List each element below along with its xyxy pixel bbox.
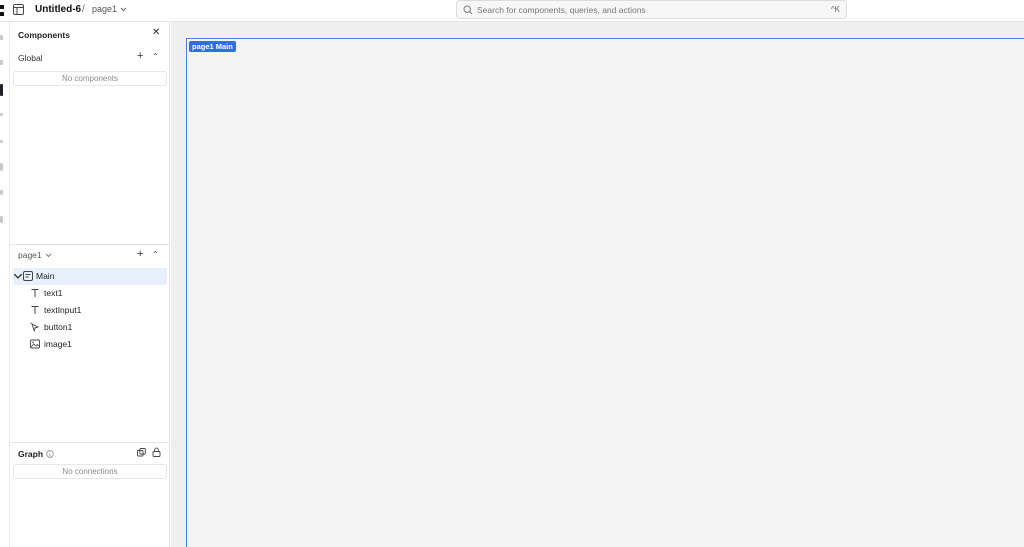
- graph-empty-state: No connections: [13, 464, 167, 479]
- left-tool-rail: [0, 22, 10, 547]
- page-selector-label: page1: [18, 250, 42, 260]
- chevron-down-icon[interactable]: [13, 271, 23, 281]
- text-type-icon: [31, 289, 39, 297]
- page-selector[interactable]: page1: [18, 250, 52, 260]
- section-divider: [10, 244, 170, 245]
- top-bar: Untitled-6 / page1 Search for components…: [0, 0, 1024, 22]
- tree-item-button1[interactable]: button1: [13, 319, 167, 336]
- tree-item-textinput1[interactable]: textInput1: [13, 302, 167, 319]
- tree-item-image1[interactable]: image1: [13, 336, 167, 353]
- rail-button-6[interactable]: [0, 163, 3, 171]
- sidebar-title: Components: [18, 30, 70, 40]
- section-divider: [10, 442, 170, 443]
- page-breadcrumb[interactable]: page1: [92, 4, 127, 14]
- pointer-click-icon: [30, 322, 40, 332]
- search-shortcut: ^K: [830, 5, 840, 14]
- breadcrumb-separator: /: [82, 4, 85, 15]
- rail-button-7[interactable]: [0, 190, 3, 195]
- text-type-icon: [31, 306, 39, 314]
- tree-item-label: Main: [36, 271, 55, 281]
- rail-button-5[interactable]: [0, 140, 3, 143]
- tree-item-label: text1: [44, 288, 63, 298]
- tree-item-text1[interactable]: text1: [13, 285, 167, 302]
- global-empty-state: No components: [13, 71, 167, 86]
- rail-button-8[interactable]: [0, 216, 3, 223]
- editor-canvas[interactable]: page1 Main: [171, 22, 1024, 547]
- graph-section-title: Graph: [18, 449, 54, 459]
- copy-icon[interactable]: [137, 448, 146, 457]
- command-search-bar[interactable]: Search for components, queries, and acti…: [456, 0, 847, 19]
- add-global-component-button[interactable]: +: [137, 50, 143, 62]
- image-icon: [30, 339, 40, 349]
- app-title[interactable]: Untitled-6: [35, 4, 81, 15]
- page-breadcrumb-label: page1: [92, 4, 118, 14]
- rail-button-4[interactable]: [0, 113, 3, 116]
- rail-button-1[interactable]: [0, 35, 3, 40]
- chevron-down-icon: [120, 7, 127, 11]
- global-section-title: Global: [18, 53, 43, 63]
- info-icon[interactable]: [46, 450, 54, 458]
- expand-collapse-icon[interactable]: ⌃: [152, 250, 159, 259]
- lock-icon[interactable]: [152, 447, 161, 457]
- tree-item-label: textInput1: [44, 305, 82, 315]
- frame-tag[interactable]: page1 Main: [189, 41, 236, 52]
- tree-item-label: image1: [44, 339, 72, 349]
- tree-item-main[interactable]: Main: [13, 268, 167, 285]
- rail-button-components[interactable]: [0, 84, 3, 96]
- components-sidebar: Components ✕ Global + ⌃ No components pa…: [10, 22, 170, 547]
- tree-item-label: button1: [44, 322, 73, 332]
- main-frame[interactable]: page1 Main: [186, 38, 1024, 547]
- graph-title-label: Graph: [18, 449, 44, 459]
- frame-icon: [23, 271, 33, 281]
- chevron-down-icon: [45, 253, 51, 257]
- search-placeholder: Search for components, queries, and acti…: [477, 5, 646, 15]
- search-icon: [463, 5, 473, 15]
- rail-button-2[interactable]: [0, 60, 3, 65]
- panel-layout-icon[interactable]: [13, 4, 24, 15]
- expand-collapse-icon[interactable]: ⌃: [152, 52, 159, 61]
- close-icon[interactable]: ✕: [152, 27, 160, 38]
- logo-icon: [0, 5, 5, 16]
- add-page-component-button[interactable]: +: [137, 248, 143, 260]
